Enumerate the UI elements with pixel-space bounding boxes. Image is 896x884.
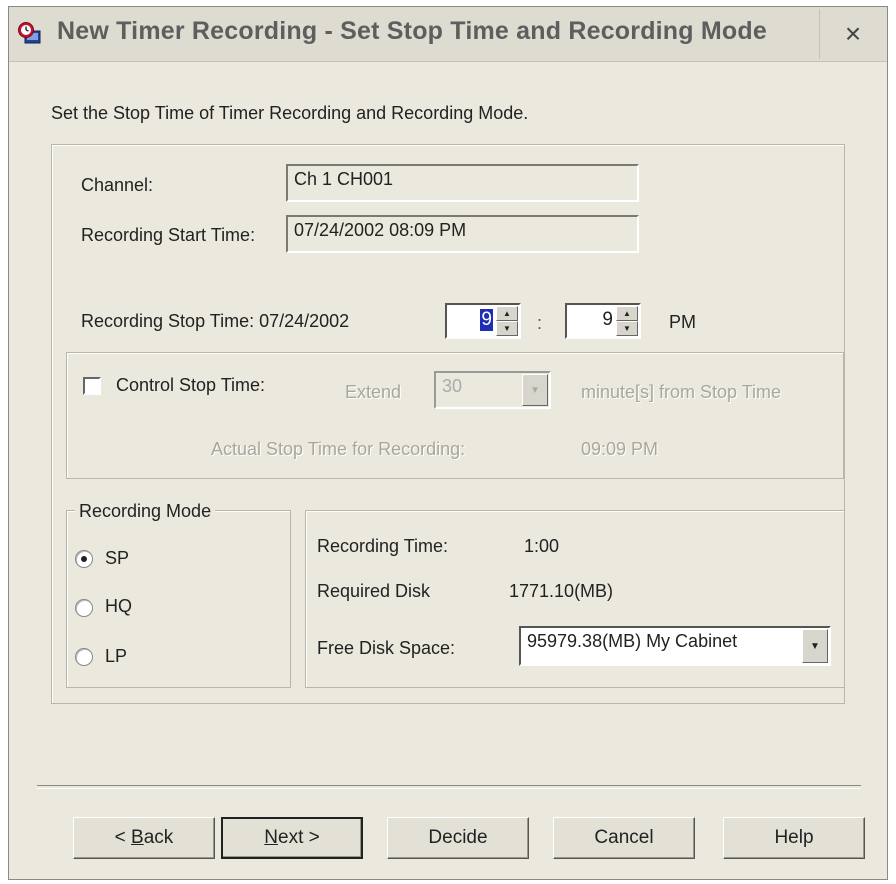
radio-lp-label[interactable]: LP — [105, 646, 127, 667]
spin-down-button[interactable]: ▼ — [616, 321, 638, 336]
next-rest: ext > — [278, 827, 320, 848]
recording-mode-group — [66, 510, 291, 688]
decide-button[interactable]: Decide — [387, 817, 529, 859]
start-time-label: Recording Start Time: — [81, 225, 256, 245]
extend-value: 30 — [442, 376, 463, 396]
radio-lp[interactable] — [75, 648, 93, 666]
actual-stop-value: 09:09 PM — [581, 439, 659, 459]
spin-up-button[interactable]: ▲ — [616, 306, 638, 321]
chevron-down-icon[interactable]: ▼ — [522, 374, 548, 406]
time-separator: : — [537, 313, 543, 333]
back-prefix: < — [114, 827, 132, 848]
back-button[interactable]: < Back — [73, 817, 215, 859]
channel-label: Channel: — [81, 175, 154, 195]
start-time-field: 07/24/2002 08:09 PM — [286, 215, 639, 253]
spin-up-down-icon[interactable]: ▲ ▼ — [616, 306, 638, 336]
free-disk-select[interactable]: 95979.38(MB) My Cabinet ▼ — [519, 626, 831, 666]
spin-down-button[interactable]: ▼ — [496, 321, 518, 336]
recording-mode-label: Recording Mode — [75, 501, 216, 522]
actual-stop-label: Actual Stop Time for Recording: — [211, 439, 466, 459]
dialog-window: New Timer Recording - Set Stop Time and … — [8, 6, 888, 880]
extend-label: Extend — [345, 382, 402, 402]
radio-hq-label[interactable]: HQ — [105, 596, 132, 617]
close-icon: × — [844, 18, 862, 49]
close-button[interactable]: × — [819, 9, 886, 59]
back-accelerator: B — [131, 827, 144, 848]
button-separator — [37, 785, 861, 789]
stop-minute-spinner[interactable]: 9 ▲ ▼ — [565, 303, 641, 339]
ampm-label: PM — [669, 312, 696, 332]
spin-up-button[interactable]: ▲ — [496, 306, 518, 321]
back-rest: ack — [143, 827, 174, 848]
spin-up-down-icon[interactable]: ▲ ▼ — [496, 306, 518, 336]
stop-hour-spinner[interactable]: 9 ▲ ▼ — [445, 303, 521, 339]
extend-select[interactable]: 30 ▼ — [434, 371, 551, 409]
radio-sp-label[interactable]: SP — [105, 548, 129, 569]
timer-recording-app-icon — [18, 22, 41, 44]
control-stop-label[interactable]: Control Stop Time: — [116, 375, 265, 396]
window-title: New Timer Recording - Set Stop Time and … — [57, 17, 767, 45]
channel-field: Ch 1 CH001 — [286, 164, 639, 202]
free-disk-value: 95979.38(MB) My Cabinet — [527, 631, 738, 651]
radio-hq[interactable] — [75, 599, 93, 617]
next-button[interactable]: Next > — [221, 817, 363, 859]
next-accelerator: N — [264, 827, 278, 848]
cancel-button[interactable]: Cancel — [553, 817, 695, 859]
radio-dot-icon — [81, 556, 87, 562]
title-bar[interactable]: New Timer Recording - Set Stop Time and … — [9, 7, 887, 62]
radio-sp[interactable] — [75, 550, 93, 568]
recording-time-label: Recording Time: — [317, 536, 449, 556]
stop-time-label: Recording Stop Time: 07/24/2002 — [81, 311, 350, 331]
extend-suffix: minute[s] from Stop Time — [581, 382, 782, 402]
chevron-down-icon[interactable]: ▼ — [802, 629, 828, 663]
required-disk-value: 1771.10(MB) — [509, 581, 614, 601]
free-disk-label: Free Disk Space: — [317, 638, 456, 658]
required-disk-label: Required Disk — [317, 581, 431, 601]
stop-hour-value[interactable]: 9 — [480, 309, 493, 331]
instruction-text: Set the Stop Time of Timer Recording and… — [51, 103, 529, 123]
stop-minute-value[interactable]: 9 — [602, 309, 613, 331]
help-button[interactable]: Help — [723, 817, 865, 859]
control-stop-checkbox[interactable] — [83, 377, 101, 395]
recording-time-value: 1:00 — [524, 536, 560, 556]
